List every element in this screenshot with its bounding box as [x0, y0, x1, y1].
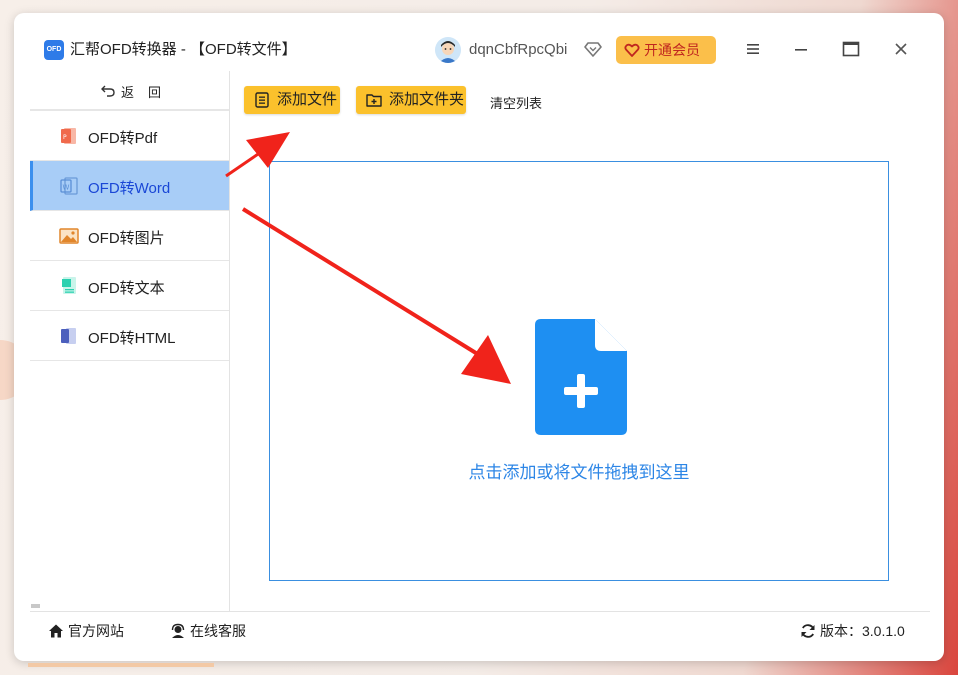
footer: 官方网站 在线客服 版本：3.0.1.0 [30, 611, 930, 650]
folder-add-icon [366, 94, 382, 107]
user-avatar[interactable] [435, 37, 461, 63]
clear-list-button[interactable]: 清空列表 [490, 93, 542, 112]
image-icon [59, 228, 79, 244]
refresh-icon [801, 624, 815, 638]
back-label: 返回 [121, 85, 176, 100]
minimize-icon[interactable] [791, 41, 811, 57]
vip-button[interactable]: 开通会员 [616, 36, 716, 64]
sidebar-item-ofd-to-text[interactable]: OFD转文本 [30, 261, 229, 311]
add-folder-button[interactable]: 添加文件夹 [356, 86, 466, 114]
window-title: 汇帮OFD转换器 - 【OFD转文件】 [70, 41, 297, 58]
sidebar-item-label: OFD转Word [88, 180, 171, 197]
html-icon [61, 328, 76, 344]
vip-label: 开通会员 [644, 42, 700, 58]
vip-heart-icon [624, 43, 640, 57]
resize-handle[interactable] [31, 604, 40, 608]
website-label: 官方网站 [68, 623, 124, 639]
add-file-button[interactable]: 添加文件 [244, 86, 340, 114]
avatar-icon [435, 37, 461, 63]
add-document-icon [535, 319, 627, 435]
back-arrow-icon [101, 85, 115, 97]
username[interactable]: dqnCbfRpcQbi [469, 40, 567, 60]
pdf-icon: P [61, 128, 76, 144]
sidebar-item-label: OFD转图片 [88, 230, 165, 247]
app-window: OFD 汇帮OFD转换器 - 【OFD转文件】 dqnCbfRpcQbi 开通会… [14, 13, 944, 661]
sidebar-item-ofd-to-image[interactable]: OFD转图片 [30, 211, 229, 261]
support-label: 在线客服 [190, 623, 246, 639]
svg-text:P: P [63, 134, 67, 141]
app-logo-icon: OFD [44, 40, 64, 60]
menu-icon[interactable] [743, 41, 763, 57]
sidebar-item-ofd-to-html[interactable]: OFD转HTML [30, 311, 229, 361]
text-icon [62, 277, 76, 294]
headset-icon [171, 623, 185, 638]
svg-text:W: W [63, 184, 70, 192]
file-drop-zone[interactable]: 点击添加或将文件拖拽到这里 [269, 161, 889, 581]
drop-hint-text: 点击添加或将文件拖拽到这里 [468, 463, 690, 482]
diamond-icon [584, 42, 602, 57]
home-icon [49, 624, 63, 638]
sidebar-item-label: OFD转Pdf [88, 130, 158, 147]
add-file-label: 添加文件 [277, 91, 338, 108]
sidebar: 返回 P OFD转Pdf W OFD转Word OFD转图片 OFD转文本 OF… [30, 71, 230, 611]
maximize-icon[interactable] [841, 41, 861, 57]
file-list-icon [255, 92, 269, 108]
word-icon: W [60, 177, 78, 195]
bottom-decoration-bar [28, 663, 214, 667]
sidebar-item-label: OFD转文本 [88, 280, 165, 297]
sidebar-item-label: OFD转HTML [88, 330, 176, 347]
sidebar-item-ofd-to-word[interactable]: W OFD转Word [30, 161, 229, 211]
add-folder-label: 添加文件夹 [389, 91, 465, 108]
back-button[interactable]: 返回 [30, 71, 229, 111]
sidebar-item-ofd-to-pdf[interactable]: P OFD转Pdf [30, 111, 229, 161]
version-label: 版本：3.0.1.0 [820, 623, 905, 639]
title-bar: OFD 汇帮OFD转换器 - 【OFD转文件】 dqnCbfRpcQbi 开通会… [14, 13, 944, 71]
close-icon[interactable] [891, 41, 911, 57]
